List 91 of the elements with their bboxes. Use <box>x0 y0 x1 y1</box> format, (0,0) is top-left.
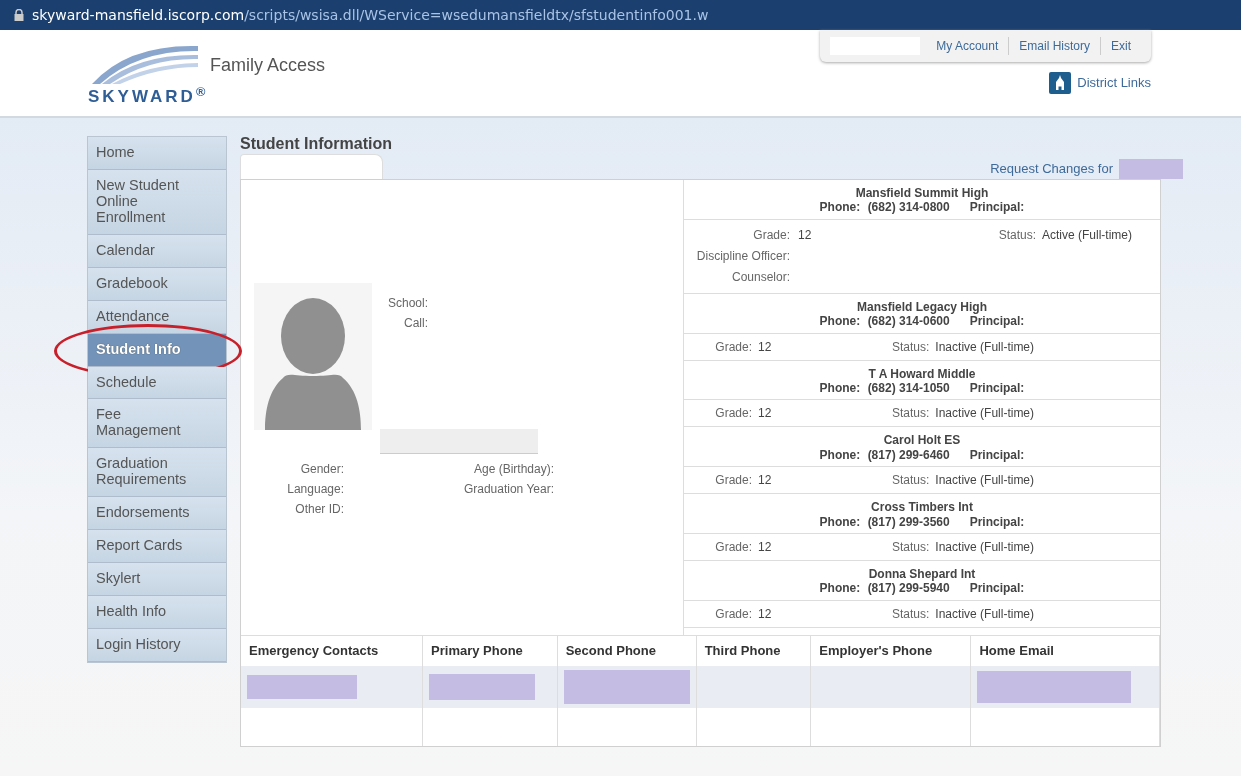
phone-number: (817) 299-5940 <box>867 581 950 596</box>
sidebar-item[interactable]: New Student Online Enrollment <box>88 169 226 235</box>
field-label: Counselor: <box>731 269 790 284</box>
sidebar-item[interactable]: Graduation Requirements <box>88 448 226 498</box>
field-label: Language: <box>287 482 344 496</box>
phone-number: (817) 299-3560 <box>867 514 950 529</box>
district-links-link[interactable]: District Links <box>1049 72 1151 94</box>
status-value: Inactive (Full-time) <box>935 406 1035 421</box>
column-header: Emergency Contacts <box>241 635 423 666</box>
address-bar[interactable]: skyward-mansfield.iscorp.com/scripts/wsisa.dll/WService=wsedumansfieldtx/sfstudentinfo001.w <box>0 0 1241 30</box>
grade-value: 12 <box>758 606 772 621</box>
field-label: Grade: <box>715 339 752 354</box>
status-value: Inactive (Full-time) <box>935 539 1035 554</box>
lock-icon <box>14 9 24 21</box>
principal-label: Principal: <box>969 380 1025 395</box>
phone-number: (817) 299-6460 <box>867 447 950 462</box>
grade-value: 12 <box>758 339 772 354</box>
top-link[interactable]: My Account <box>926 37 1009 55</box>
sidebar-item[interactable]: Calendar <box>88 234 226 268</box>
sidebar-item[interactable]: Schedule <box>88 366 226 400</box>
field-label: Grade: <box>715 539 752 554</box>
status-value: Active (Full-time) <box>1042 227 1132 242</box>
phone-label: Phone: <box>819 514 861 529</box>
school-name: Carol Holt ES <box>882 433 962 448</box>
top-link[interactable]: Exit <box>1100 37 1141 55</box>
sidebar-item[interactable]: Health Info <box>88 596 226 629</box>
url-path: /scripts/wsisa.dll/WService=wsedumansfieldtx/sfstudentinfo001.w <box>244 5 709 25</box>
tab[interactable] <box>240 154 383 179</box>
school-name: Mansfield Summit High <box>854 186 990 201</box>
school-name: Donna Shepard Int <box>867 566 977 582</box>
field-label: Other ID: <box>295 502 344 516</box>
field-label: Discipline Officer: <box>696 248 790 263</box>
phone-label: Phone: <box>819 314 861 329</box>
field-label: Status: <box>892 339 930 354</box>
sidebar-item[interactable]: Student Info <box>88 333 226 367</box>
sidebar-item[interactable]: Endorsements <box>88 497 226 531</box>
field-label: Grade: <box>715 473 752 488</box>
phone-label: Phone: <box>819 200 861 215</box>
field-label: Status: <box>892 473 930 488</box>
column-header: Second Phone <box>557 635 697 666</box>
grade-value: 12 <box>758 473 772 488</box>
building-icon <box>1049 72 1072 94</box>
field-label: Call: <box>403 315 428 332</box>
phone-label: Phone: <box>819 581 861 596</box>
status-value: Inactive (Full-time) <box>935 339 1035 354</box>
url-domain: skyward-mansfield.iscorp.com <box>32 5 245 25</box>
sidebar-item[interactable]: Gradebook <box>88 267 226 301</box>
principal-label: Principal: <box>969 514 1025 529</box>
status-value: Inactive (Full-time) <box>935 473 1035 488</box>
avatar-icon <box>254 283 372 430</box>
column-header: Third Phone <box>696 635 811 666</box>
field-label: Gender: <box>300 462 344 476</box>
status-value: Inactive (Full-time) <box>935 606 1035 621</box>
column-header: Primary Phone <box>422 635 558 666</box>
field-label: Status: <box>892 539 930 554</box>
app-title: Family Access <box>210 54 326 77</box>
sidebar-item[interactable]: Home <box>88 137 226 170</box>
field-label: Status: <box>998 227 1036 242</box>
phone-label: Phone: <box>819 447 861 462</box>
phone-number: (682) 314-0800 <box>867 200 950 215</box>
field-label: Grade: <box>753 227 790 242</box>
school-name: Cross Timbers Int <box>870 500 974 515</box>
principal-label: Principal: <box>969 581 1025 596</box>
grade-value: 12 <box>758 539 772 554</box>
field-label: Status: <box>892 406 930 421</box>
principal-label: Principal: <box>969 447 1025 462</box>
sidebar-item[interactable]: Report Cards <box>88 530 226 564</box>
field-label: Status: <box>892 606 930 621</box>
field-label: Graduation Year: <box>463 482 554 496</box>
principal-label: Principal: <box>969 314 1025 329</box>
phone-number: (682) 314-1050 <box>867 380 950 395</box>
column-header: Home Email <box>971 635 1160 666</box>
school-name: Mansfield Legacy High <box>856 299 988 315</box>
school-name: T A Howard Middle <box>867 366 977 381</box>
top-link[interactable]: Email History <box>1008 37 1100 55</box>
field-label: Grade: <box>715 406 752 421</box>
grade-value: 12 <box>758 406 772 421</box>
column-header: Employer's Phone <box>810 635 971 666</box>
request-changes-link[interactable]: Request Changes for <box>990 159 1113 179</box>
grade-value: 12 <box>798 227 812 242</box>
field-label: Age (Birthday): <box>473 462 554 476</box>
field-label: School: <box>386 295 428 312</box>
phone-label: Phone: <box>819 380 861 395</box>
principal-label: Principal: <box>969 200 1025 215</box>
sidebar-item[interactable]: Skylert <box>88 563 226 596</box>
phone-number: (682) 314-0600 <box>867 314 950 329</box>
sidebar-item[interactable]: Login History <box>88 628 226 662</box>
logo-text: SKYWARD$^{®}$ <box>88 87 209 106</box>
field-label: Grade: <box>715 606 752 621</box>
sidebar-item[interactable]: Fee Management <box>88 399 226 449</box>
page-title: Student Information <box>240 134 393 154</box>
